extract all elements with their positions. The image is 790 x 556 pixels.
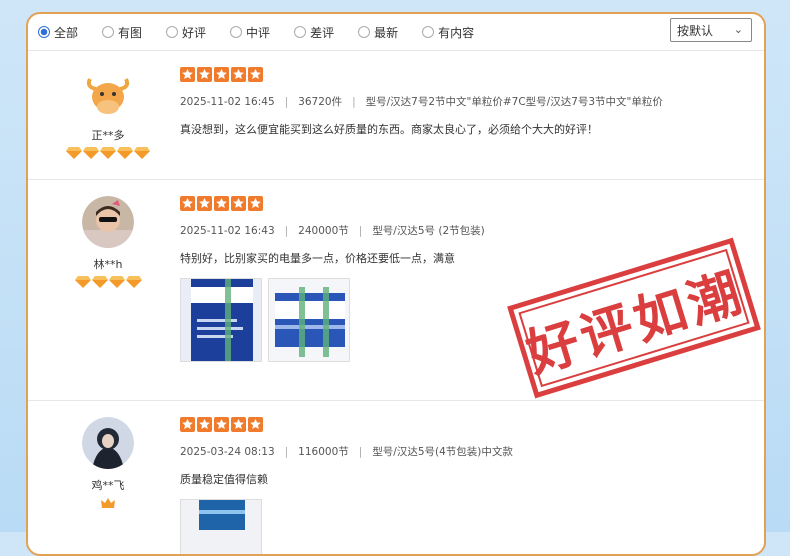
product-variant: 型号/汉达7号2节中文"单粒价#7C型号/汉达7号3节中文"单粒价 — [365, 96, 663, 108]
diamond-icon — [134, 147, 150, 159]
filter-with-image[interactable]: 有图 — [102, 24, 142, 41]
diamond-icon — [125, 276, 142, 288]
star-icon — [231, 417, 246, 432]
review-date: 2025-11-02 16:43 — [180, 225, 275, 237]
star-icon — [231, 196, 246, 211]
purchase-quantity: 116000节 — [298, 446, 349, 458]
radio-icon — [294, 26, 307, 38]
radio-icon — [358, 26, 371, 38]
member-level — [56, 276, 160, 288]
reviewer-info: 正**多 — [56, 67, 160, 159]
reviewer-name: 正**多 — [91, 129, 125, 142]
filter-negative[interactable]: 差评 — [294, 24, 334, 41]
star-icon — [197, 67, 212, 82]
star-rating — [180, 67, 740, 82]
member-level — [56, 497, 160, 509]
star-rating — [180, 417, 740, 432]
filter-with-content[interactable]: 有内容 — [422, 24, 474, 41]
star-icon — [248, 67, 263, 82]
star-icon — [231, 67, 246, 82]
sort-select[interactable]: 按默认 ⌄ — [670, 18, 752, 42]
diamond-icon — [108, 276, 125, 288]
review-image[interactable] — [268, 278, 350, 362]
diamond-icon — [83, 147, 99, 159]
member-level — [56, 147, 160, 159]
star-icon — [248, 196, 263, 211]
product-variant: 型号/汉达5号(4节包装)中文款 — [372, 446, 513, 458]
purchase-quantity: 36720件 — [298, 96, 343, 108]
review-date: 2025-11-02 16:45 — [180, 96, 275, 108]
review-item: 鸡**飞 2025-03-24 08:13 | 116000节 | 型号/汉达5号(4节… — [28, 401, 764, 554]
filter-bar: 全部 有图 好评 中评 差评 最新 有内容 按默认 ⌄ — [28, 14, 764, 51]
star-icon — [214, 417, 229, 432]
diamond-icon — [117, 147, 133, 159]
star-icon — [197, 417, 212, 432]
filter-neutral[interactable]: 中评 — [230, 24, 270, 41]
product-variant: 型号/汉达5号 (2节包装) — [372, 225, 485, 237]
avatar — [82, 196, 134, 248]
reviewer-name: 林**h — [93, 258, 123, 271]
review-panel: 全部 有图 好评 中评 差评 最新 有内容 按默认 ⌄ 正**多 2025-11… — [26, 12, 766, 556]
reviewer-name: 鸡**飞 — [91, 479, 125, 492]
review-text: 真没想到，这么便宜能买到这么好质量的东西。商家太良心了，必须给个大大的好评！ — [180, 123, 598, 136]
review-image[interactable] — [180, 499, 262, 554]
radio-icon — [102, 26, 115, 38]
star-icon — [180, 67, 195, 82]
review-meta: 2025-11-02 16:43 | 240000节 | 型号/汉达5号 (2节包装) — [180, 225, 485, 237]
radio-icon — [166, 26, 179, 38]
review-meta: 2025-03-24 08:13 | 116000节 | 型号/汉达5号(4节包装)中文… — [180, 446, 513, 458]
star-icon — [197, 196, 212, 211]
star-icon — [214, 67, 229, 82]
radio-icon — [38, 26, 50, 38]
filter-positive[interactable]: 好评 — [166, 24, 206, 41]
crown-icon — [101, 498, 115, 508]
radio-icon — [230, 26, 243, 38]
star-icon — [180, 196, 195, 211]
review-meta: 2025-11-02 16:45 | 36720件 | 型号/汉达7号2节中文"单粒价#… — [180, 96, 663, 108]
review-images — [180, 499, 740, 554]
chevron-down-icon: ⌄ — [733, 23, 743, 36]
diamond-icon — [66, 147, 82, 159]
diamond-icon — [91, 276, 108, 288]
review-item: 正**多 2025-11-02 16:45 | 36720件 | 型号/汉达7号2节中文… — [28, 51, 764, 180]
filter-latest[interactable]: 最新 — [358, 24, 398, 41]
reviewer-info: 林**h — [56, 196, 160, 288]
avatar — [82, 417, 134, 469]
star-icon — [214, 196, 229, 211]
review-content: 2025-03-24 08:13 | 116000节 | 型号/汉达5号(4节包装)中文… — [180, 417, 740, 554]
star-icon — [248, 417, 263, 432]
star-rating — [180, 196, 740, 211]
avatar — [82, 67, 134, 119]
review-text: 质量稳定值得信赖 — [180, 473, 268, 486]
review-date: 2025-03-24 08:13 — [180, 446, 275, 458]
diamond-icon — [74, 276, 91, 288]
review-image[interactable] — [180, 278, 262, 362]
star-icon — [180, 417, 195, 432]
radio-icon — [422, 26, 435, 38]
purchase-quantity: 240000节 — [298, 225, 349, 237]
reviewer-info: 鸡**飞 — [56, 417, 160, 509]
review-content: 2025-11-02 16:45 | 36720件 | 型号/汉达7号2节中文"单粒价#… — [180, 67, 740, 137]
filter-all[interactable]: 全部 — [38, 24, 78, 41]
diamond-icon — [100, 147, 116, 159]
